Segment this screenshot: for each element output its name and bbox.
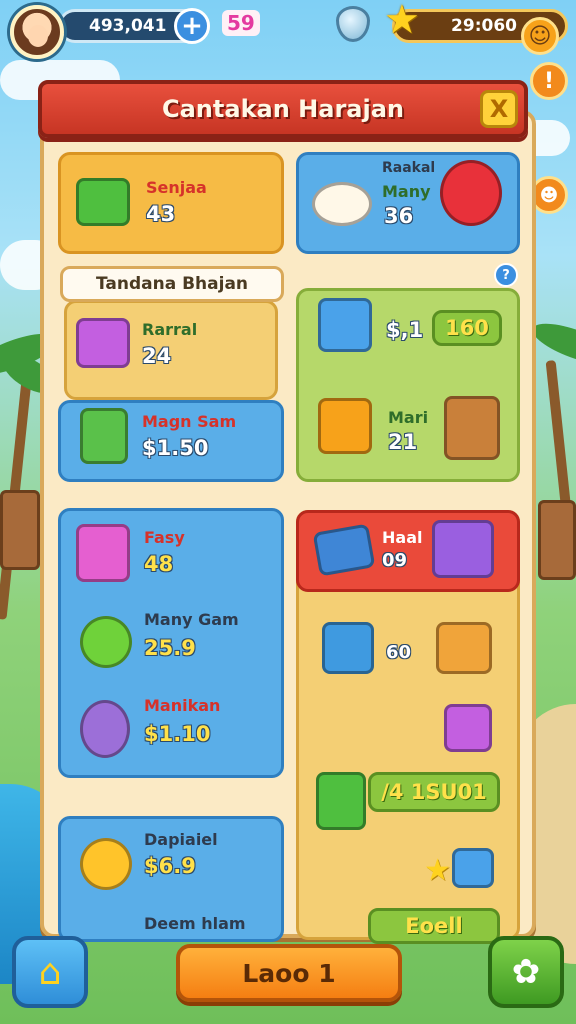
item-label: Mari	[388, 408, 429, 427]
item-value: $6.9	[144, 854, 196, 878]
item-label: Many	[382, 182, 431, 201]
item-value: $1.50	[142, 436, 209, 460]
smiley-icon[interactable]: ☺	[521, 17, 559, 55]
item-label: Dapiaiel	[144, 830, 218, 849]
panel-header: Cantakan Harajan X	[38, 80, 528, 138]
player-avatar[interactable]	[10, 5, 64, 59]
item-value: 25.9	[144, 636, 196, 660]
item-label: Fasy	[144, 528, 185, 547]
item-value: 24	[142, 344, 172, 368]
item-label: Haal	[382, 528, 423, 547]
pet-button[interactable]: ✿	[488, 936, 564, 1008]
coins-value: 493,041	[89, 16, 167, 36]
panel-title: Cantakan Harajan	[162, 95, 404, 123]
item-value: 60	[386, 642, 412, 663]
close-button[interactable]: X	[480, 90, 518, 128]
price-chip[interactable]: Eoell	[368, 908, 500, 944]
blue-gift-icon	[322, 622, 374, 674]
hut	[0, 490, 40, 570]
home-button[interactable]: ⌂	[12, 936, 88, 1008]
shield-icon[interactable]	[336, 6, 370, 42]
price-chip[interactable]: /4 1SU01	[368, 772, 500, 812]
gift-box-icon	[452, 848, 494, 888]
pink-box-icon	[76, 524, 130, 582]
item-label: Many Gam	[144, 610, 239, 629]
coins-counter: 493,041 +	[58, 8, 210, 44]
green-apple-icon	[80, 616, 132, 668]
egg-icon	[312, 182, 372, 226]
green-cart-icon	[80, 408, 128, 464]
alert-button[interactable]: !	[530, 62, 568, 100]
price-chip[interactable]: 160	[432, 310, 502, 346]
item-value: 36	[384, 204, 414, 228]
star-icon: ★	[424, 853, 451, 888]
item-value: $,1	[386, 318, 424, 342]
purple-cart-icon	[76, 318, 130, 368]
purple-pot-icon	[80, 700, 130, 758]
gift-box-icon	[76, 178, 130, 226]
item-label-top: Raakal	[382, 160, 436, 176]
yellow-creature-icon	[80, 838, 132, 890]
orange-crate-icon	[436, 622, 492, 674]
orange-box-icon	[318, 398, 372, 454]
hut	[538, 500, 576, 580]
purple-gift-icon	[444, 704, 492, 752]
green-monster-icon	[316, 772, 366, 830]
item-label: Rarral	[142, 320, 198, 339]
stars-value: 29:060	[451, 16, 517, 36]
item-value: 09	[382, 550, 408, 571]
item-value: 48	[144, 552, 174, 576]
item-label: Deem hlam	[144, 914, 246, 933]
item-value: $1.10	[144, 722, 211, 746]
home-icon: ⌂	[38, 951, 62, 993]
item-label: Manikan	[144, 696, 221, 715]
help-icon[interactable]: ?	[494, 263, 518, 287]
purple-jar-icon	[432, 520, 494, 578]
avatar-face	[28, 25, 48, 47]
section-header: Tandana Bhajan	[60, 266, 284, 302]
item-value: 21	[388, 430, 418, 454]
treasure-chest-icon	[444, 396, 500, 460]
item-label: Senjaa	[146, 178, 207, 197]
star-icon: ★	[384, 0, 420, 43]
blue-box-icon	[318, 298, 372, 352]
add-coins-button[interactable]: +	[174, 8, 210, 44]
gem-count: 59	[222, 10, 260, 36]
pet-icon: ✿	[511, 952, 541, 992]
main-action-button[interactable]: Laoo 1	[176, 944, 402, 1002]
item-label: Magn Sam	[142, 412, 237, 431]
item-value: 43	[146, 202, 176, 226]
heart-fruit-icon	[440, 160, 502, 226]
